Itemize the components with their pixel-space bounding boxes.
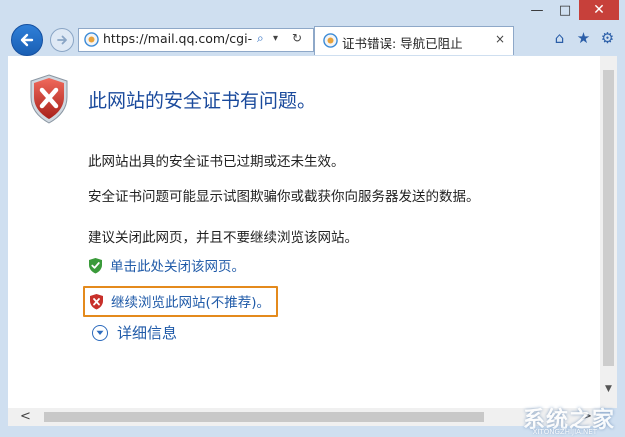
favorites-star-icon[interactable]: ★ — [574, 28, 593, 47]
refresh-icon[interactable]: ↻ — [292, 31, 302, 45]
navigation-bar: https://mail.qq.com/cgi-bi ⌕ ▾ ↻ 证书错误: 导… — [0, 22, 625, 56]
red-shield-x-icon — [30, 74, 68, 124]
window-caption-buttons: — □ ✕ — [523, 0, 619, 20]
browser-window: — □ ✕ https://mail.qq.com/cgi-bi ⌕ ▾ ↻ 证… — [0, 0, 625, 437]
continue-to-website-link[interactable]: 继续浏览此网站(不推荐)。 — [83, 286, 279, 317]
page-title: 此网站的安全证书有问题。 — [88, 90, 317, 112]
qq-mail-favicon-icon — [84, 32, 99, 47]
maximize-button[interactable]: □ — [551, 0, 579, 20]
green-shield-check-icon — [89, 257, 102, 273]
tab-certificate-error[interactable]: 证书错误: 导航已阻止 × — [314, 26, 514, 55]
paragraph-expired: 此网站出具的安全证书已过期或还未生效。 — [88, 154, 345, 170]
red-shield-x-icon — [90, 293, 103, 309]
paragraph-risk: 安全证书问题可能显示试图欺骗你或截获你向服务器发送的数据。 — [88, 189, 480, 205]
chevron-down-circle-icon — [92, 324, 108, 341]
gear-icon[interactable]: ⚙ — [598, 28, 617, 47]
close-window-button[interactable]: ✕ — [579, 0, 619, 20]
more-information-link[interactable]: 详细信息 — [92, 322, 177, 343]
scroll-down-arrow-icon[interactable]: ▼ — [600, 384, 617, 394]
qq-mail-favicon-icon — [323, 33, 338, 48]
address-bar[interactable]: https://mail.qq.com/cgi-bi ⌕ ▾ ↻ — [78, 28, 314, 52]
search-icon[interactable]: ⌕ — [257, 31, 264, 46]
more-information-label[interactable]: 详细信息 — [117, 322, 177, 343]
paragraph-recommendation: 建议关闭此网页，并且不要继续浏览该网站。 — [88, 230, 358, 246]
site-watermark: 系统之家 XITONGZHIJIA.NET — [523, 402, 615, 436]
home-icon[interactable]: ⌂ — [550, 28, 569, 47]
watermark-subtext: XITONGZHIJIA.NET — [532, 428, 597, 436]
arrow-right-icon — [57, 35, 67, 45]
toolbar-icons: ⌂ ★ ⚙ — [550, 28, 617, 47]
horizontal-scrollbar[interactable]: < > — [8, 408, 600, 426]
scrollbar-thumb[interactable] — [603, 70, 614, 366]
minimize-button[interactable]: — — [523, 0, 551, 20]
tab-close-icon[interactable]: × — [495, 32, 505, 46]
url-text[interactable]: https://mail.qq.com/cgi-bi — [103, 31, 253, 46]
close-page-link-label[interactable]: 单击此处关闭该网页。 — [110, 255, 245, 275]
close-page-link[interactable]: 单击此处关闭该网页。 — [88, 255, 245, 275]
back-button[interactable] — [11, 24, 43, 56]
tab-title: 证书错误: 导航已阻止 — [342, 36, 463, 51]
page-content: 此网站的安全证书有问题。 此网站出具的安全证书已过期或还未生效。 安全证书问题可… — [8, 56, 600, 408]
arrow-left-icon — [20, 33, 34, 47]
vertical-scrollbar[interactable]: ▲ ▼ — [600, 56, 617, 408]
chevron-down-icon[interactable]: ▾ — [273, 33, 278, 44]
continue-link-label[interactable]: 继续浏览此网站(不推荐)。 — [111, 291, 270, 311]
horizontal-scrollbar-thumb[interactable] — [44, 412, 484, 422]
forward-button[interactable] — [50, 28, 74, 52]
scroll-left-arrow-icon[interactable]: < — [20, 409, 31, 424]
